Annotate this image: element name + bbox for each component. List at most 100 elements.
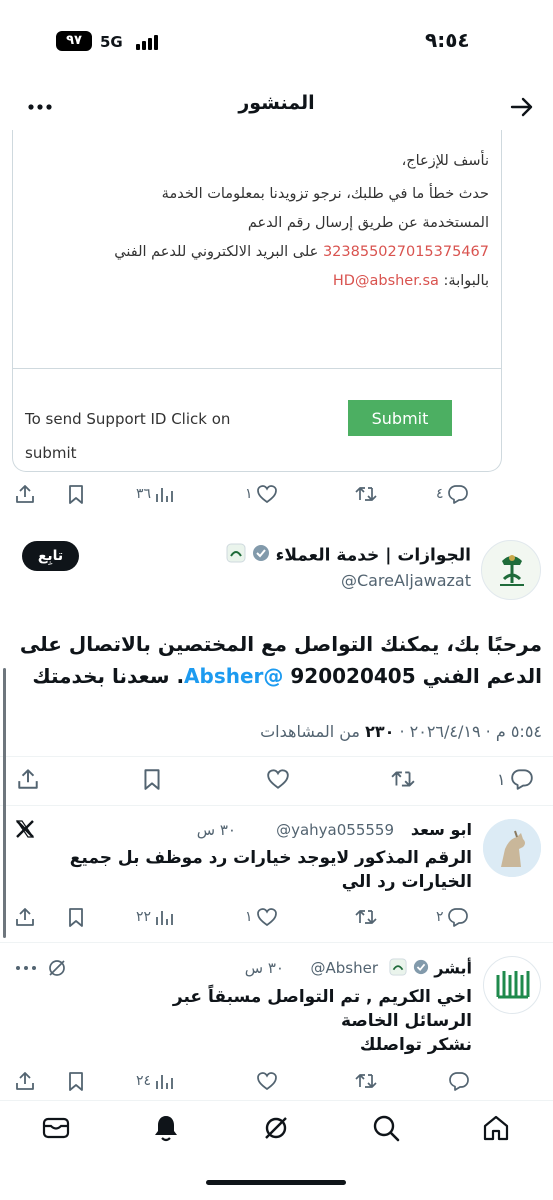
views-icon bbox=[156, 1075, 173, 1089]
share-icon[interactable] bbox=[14, 479, 36, 509]
bookmark-icon[interactable] bbox=[65, 479, 87, 509]
author-handle[interactable]: @CareAljawazat bbox=[300, 571, 471, 590]
verified-badge-icon bbox=[413, 959, 429, 979]
card-line-suffix: على البريد الالكتروني للدعم الفني bbox=[114, 244, 323, 260]
signal-icon bbox=[136, 34, 162, 50]
reply-text-line: نشكر تواصلك bbox=[359, 1035, 472, 1055]
reply-count: ١ bbox=[497, 769, 506, 789]
reply-icon bbox=[510, 769, 533, 790]
portal-label: بالبوابة: bbox=[438, 273, 489, 289]
reply-button[interactable]: ٤ bbox=[436, 479, 469, 509]
reply-author-name: أبشر bbox=[434, 958, 472, 978]
author-avatar[interactable] bbox=[481, 540, 541, 600]
reply-count: ٤ bbox=[436, 486, 444, 502]
mail-icon[interactable] bbox=[41, 1113, 71, 1143]
views-count: ٢٤ bbox=[136, 1073, 152, 1089]
reply-actions: ٢٢ ١ ٢ bbox=[0, 902, 553, 932]
battery-indicator: ٩٧ bbox=[56, 31, 92, 51]
grok-icon[interactable] bbox=[261, 1113, 291, 1143]
like-count: ١ bbox=[245, 909, 253, 925]
card-line: حدث خطأ ما في طلبك، نرجو تزويدنا بمعلوما… bbox=[161, 186, 489, 202]
reply-author-name-row[interactable]: أبشر bbox=[380, 958, 472, 980]
author-name: الجوازات | خدمة العملاء bbox=[275, 545, 471, 566]
submit-button[interactable]: Submit bbox=[348, 400, 452, 436]
timestamp[interactable]: ٥:٥٤ م · ٢٠٢٦/٤/١٩ · bbox=[394, 722, 542, 741]
divider bbox=[0, 756, 553, 757]
share-icon[interactable] bbox=[16, 764, 40, 794]
main-tweet-actions: ١ bbox=[0, 764, 553, 794]
status-time: ٩:٥٤ bbox=[425, 28, 470, 52]
reply-avatar[interactable] bbox=[483, 819, 541, 877]
bell-icon[interactable] bbox=[151, 1113, 181, 1143]
reply-author-name[interactable]: ابو سعد bbox=[400, 820, 472, 839]
reply-handle[interactable]: @Absher bbox=[290, 959, 379, 977]
views-icon bbox=[156, 911, 173, 925]
reply-button[interactable]: ١ bbox=[497, 764, 535, 794]
reply-text: الرقم المذكور لايوجد خيارات رد موظف بل ج… bbox=[69, 848, 472, 892]
back-arrow-icon[interactable] bbox=[509, 94, 535, 120]
reply-icon[interactable] bbox=[448, 1066, 470, 1096]
card-line-portal: بالبوابة: HD@absher.sa bbox=[27, 267, 489, 296]
author-name-row[interactable]: الجوازات | خدمة العملاء bbox=[213, 543, 471, 568]
search-icon[interactable] bbox=[371, 1113, 401, 1143]
views-button[interactable]: ٢٤ bbox=[136, 1066, 174, 1096]
home-indicator bbox=[206, 1180, 346, 1185]
mention-link[interactable]: @Absher bbox=[184, 664, 283, 688]
org-badge-icon bbox=[226, 543, 246, 568]
org-badge-icon bbox=[389, 958, 407, 980]
share-icon[interactable] bbox=[14, 1066, 36, 1096]
retweet-icon[interactable] bbox=[354, 1066, 378, 1096]
verified-badge-icon bbox=[252, 544, 270, 567]
retweet-icon[interactable] bbox=[354, 479, 378, 509]
tweet-meta: ٥:٥٤ م · ٢٠٢٦/٤/١٩ · ٢٣٠ من المشاهدات bbox=[200, 722, 542, 741]
like-icon bbox=[256, 908, 277, 927]
reply-count: ٢ bbox=[436, 909, 444, 925]
reply-icon bbox=[447, 485, 468, 504]
support-email: HD@absher.sa bbox=[332, 273, 439, 289]
reply-button[interactable]: ٢ bbox=[436, 902, 469, 932]
divider bbox=[0, 805, 553, 806]
bottom-nav bbox=[0, 1100, 553, 1200]
reply-text-line: اخي الكريم , تم التواصل مسبقاً عبر الرسا… bbox=[172, 987, 472, 1031]
views-count: ٢٢ bbox=[136, 909, 152, 925]
network-label: 5G bbox=[100, 33, 123, 51]
status-bar: ٩٧ 5G ٩:٥٤ bbox=[0, 0, 553, 84]
views-label: من المشاهدات bbox=[260, 722, 366, 741]
views-button[interactable]: ٣٦ bbox=[136, 479, 174, 509]
divider bbox=[13, 368, 501, 369]
bookmark-icon[interactable] bbox=[65, 1066, 87, 1096]
page-title: المنشور bbox=[238, 92, 315, 114]
like-count: ١ bbox=[245, 486, 253, 502]
like-button[interactable]: ١ bbox=[245, 902, 278, 932]
retweet-icon[interactable] bbox=[389, 764, 417, 794]
reply-time: ٣٠ س bbox=[196, 821, 236, 839]
divider bbox=[0, 942, 553, 943]
scrollbar[interactable] bbox=[3, 668, 6, 938]
retweet-icon[interactable] bbox=[354, 902, 378, 932]
bookmark-icon[interactable] bbox=[140, 764, 164, 794]
post-header: المنشور bbox=[0, 84, 553, 130]
like-button[interactable]: ١ bbox=[245, 479, 278, 509]
views-button[interactable]: ٢٢ bbox=[136, 902, 174, 932]
more-icon[interactable] bbox=[14, 958, 38, 978]
tweet-text-part: . سعدنا بخدمتك bbox=[32, 664, 185, 688]
card-line: المستخدمة عن طريق إرسال رقم الدعم bbox=[247, 215, 489, 231]
tweet-text: مرحبًا بك، يمكنك التواصل مع المختصين بال… bbox=[12, 628, 542, 692]
follow-button[interactable]: تابِع bbox=[22, 541, 79, 571]
like-icon[interactable] bbox=[265, 764, 291, 794]
like-icon bbox=[256, 485, 277, 504]
x-logo-icon bbox=[14, 818, 38, 842]
reply-avatar[interactable] bbox=[483, 956, 541, 1014]
attached-image-card[interactable]: نأسف للإزعاج، حدث خطأ ما في طلبك، نرجو ت… bbox=[12, 130, 502, 472]
reply-actions: ٢٤ bbox=[0, 1066, 553, 1096]
views-count: ٢٣٠ bbox=[365, 722, 395, 741]
views-count: ٣٦ bbox=[136, 486, 152, 502]
error-message: نأسف للإزعاج، حدث خطأ ما في طلبك، نرجو ت… bbox=[13, 130, 501, 368]
like-icon[interactable] bbox=[256, 1066, 278, 1096]
bookmark-icon[interactable] bbox=[65, 902, 87, 932]
home-icon[interactable] bbox=[481, 1113, 511, 1143]
share-icon[interactable] bbox=[14, 902, 36, 932]
grok-icon[interactable] bbox=[46, 957, 68, 979]
quoted-post-actions: ٣٦ ١ ٤ bbox=[0, 479, 553, 509]
reply-handle[interactable]: @yahya055559 bbox=[242, 821, 394, 839]
